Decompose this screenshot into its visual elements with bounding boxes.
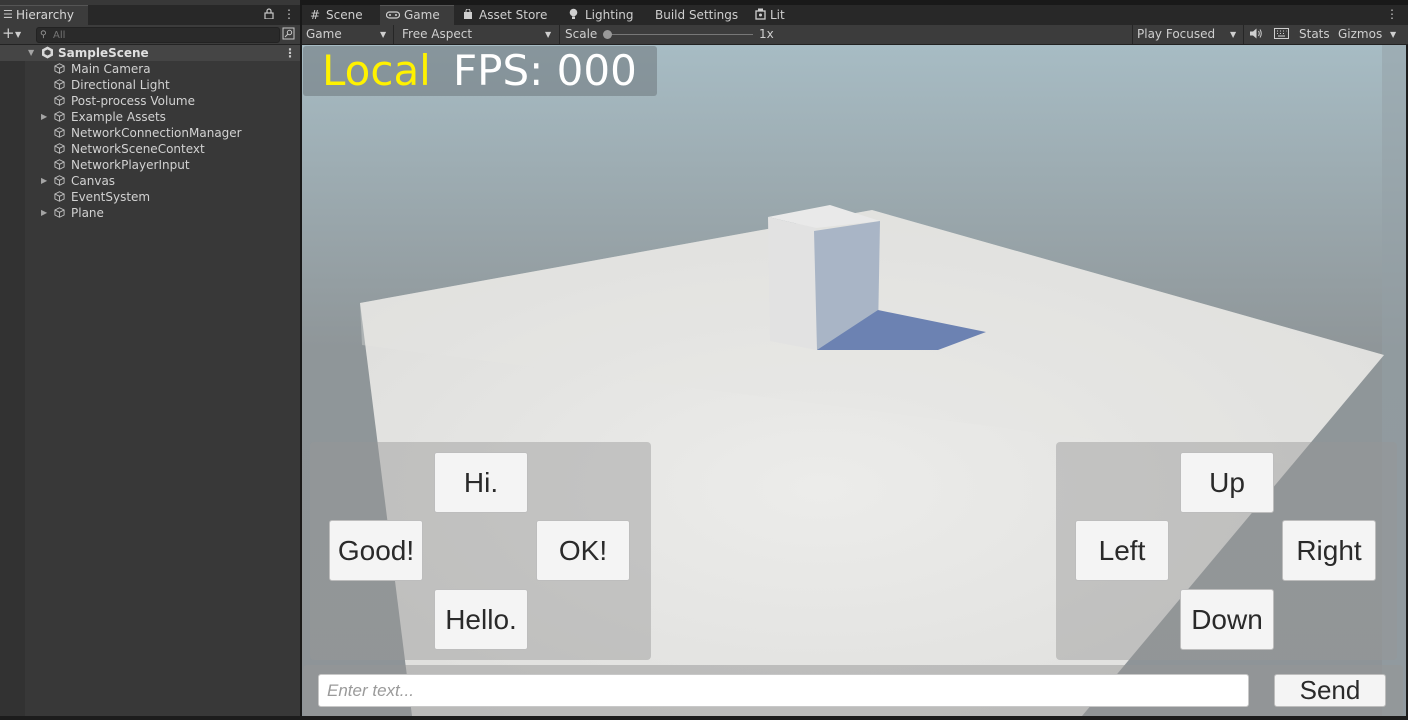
gameobject-icon — [54, 93, 65, 109]
window-bottom-edge — [0, 716, 1408, 720]
hierarchy-item[interactable]: ▶ Canvas — [0, 173, 300, 189]
search-icon: ⚲ — [40, 30, 47, 40]
hierarchy-item-label: Plane — [71, 206, 104, 220]
expand-arrow-icon[interactable]: ▶ — [41, 109, 47, 125]
gameobject-icon — [54, 125, 65, 141]
chevron-down-icon: ▼ — [545, 30, 552, 39]
ok-button[interactable]: OK! — [536, 520, 630, 581]
gameobject-icon — [54, 77, 65, 93]
lightbulb-icon — [569, 5, 578, 26]
gameobject-icon — [54, 141, 65, 157]
grid-icon: # — [310, 8, 321, 22]
gameobject-icon — [54, 205, 65, 221]
hierarchy-item-label: Canvas — [71, 174, 116, 188]
scene-name: SampleScene — [58, 46, 149, 60]
hierarchy-item-label: NetworkPlayerInput — [71, 158, 190, 172]
fps-counter: FPS: 000 — [453, 46, 637, 95]
tab-build-settings[interactable]: Build Settings — [648, 5, 744, 25]
chevron-down-icon: ▼ — [1230, 30, 1237, 39]
chevron-down-icon: ▼ — [380, 30, 387, 39]
display-dropdown[interactable]: Game ▼ — [302, 25, 394, 44]
hierarchy-item[interactable]: Post-process Volume — [0, 93, 300, 109]
hi-button[interactable]: Hi. — [434, 452, 528, 513]
gamepad-icon — [385, 6, 401, 25]
gameobject-icon — [54, 173, 65, 189]
hierarchy-tab-label: Hierarchy — [16, 8, 75, 22]
keyboard-icon[interactable] — [1274, 28, 1289, 42]
aspect-dropdown-label: Free Aspect — [402, 27, 473, 41]
send-button[interactable]: Send — [1274, 674, 1386, 707]
down-button[interactable]: Down — [1180, 589, 1274, 650]
hierarchy-item[interactable]: NetworkSceneContext — [0, 141, 300, 157]
shopping-bag-icon — [463, 5, 473, 26]
expand-arrow-icon[interactable]: ▶ — [41, 205, 47, 221]
scale-slider-thumb[interactable] — [603, 30, 612, 39]
gizmos-button[interactable]: Gizmos — [1338, 27, 1382, 42]
tab-scene[interactable]: # Scene — [302, 5, 380, 25]
tab-asset-store[interactable]: Asset Store — [456, 5, 556, 25]
hierarchy-scene-row[interactable]: ▼ SampleScene ⋮ — [0, 45, 300, 61]
hello-button[interactable]: Hello. — [434, 589, 528, 650]
gameobject-icon — [54, 189, 65, 205]
scale-label: Scale — [565, 27, 598, 41]
scale-slider-track[interactable] — [606, 34, 753, 35]
tab-lighting[interactable]: Lighting — [562, 5, 644, 25]
right-button[interactable]: Right — [1282, 520, 1376, 581]
hierarchy-item[interactable]: Main Camera — [0, 61, 300, 77]
tab-lit-label: Lit — [770, 8, 785, 22]
hierarchy-item-label: NetworkSceneContext — [71, 142, 205, 156]
search-input[interactable] — [53, 28, 273, 42]
kebab-menu-icon[interactable]: ⋮ — [284, 45, 296, 61]
stats-button[interactable]: Stats — [1299, 27, 1330, 42]
good-button[interactable]: Good! — [329, 520, 423, 581]
local-label: Local — [322, 46, 431, 95]
aspect-dropdown[interactable]: Free Aspect ▼ — [396, 25, 560, 44]
hierarchy-item-label: EventSystem — [71, 190, 151, 204]
tab-lighting-label: Lighting — [585, 8, 634, 22]
left-button[interactable]: Left — [1075, 520, 1169, 581]
hierarchy-item-label: Directional Light — [71, 78, 170, 92]
tab-scene-label: Scene — [326, 8, 363, 22]
hierarchy-item[interactable]: ▶ Plane — [0, 205, 300, 221]
scene-visibility-icon[interactable] — [282, 27, 295, 43]
lock-icon[interactable] — [264, 8, 274, 22]
gameobject-icon — [54, 109, 65, 125]
hierarchy-item-label: Main Camera — [71, 62, 151, 76]
hierarchy-item[interactable]: ▶ Example Assets — [0, 109, 300, 125]
tab-game[interactable]: Game — [380, 5, 454, 25]
shader-icon — [755, 5, 766, 26]
hierarchy-item-label: Example Assets — [71, 110, 166, 124]
hierarchy-item[interactable]: Directional Light — [0, 77, 300, 93]
list-icon: ☰ — [3, 8, 13, 21]
expand-arrow-icon[interactable]: ▶ — [41, 173, 47, 189]
play-mode-label: Play Focused — [1137, 27, 1216, 41]
tab-lit[interactable]: Lit — [748, 5, 794, 25]
expand-arrow-icon[interactable]: ▼ — [28, 45, 34, 61]
chevron-down-icon[interactable]: ▼ — [15, 30, 21, 39]
kebab-menu-icon[interactable]: ⋮ — [1386, 7, 1398, 21]
hierarchy-item[interactable]: NetworkPlayerInput — [0, 157, 300, 173]
hierarchy-item[interactable]: EventSystem — [0, 189, 300, 205]
hierarchy-item-label: Post-process Volume — [71, 94, 195, 108]
tab-build-settings-label: Build Settings — [655, 8, 739, 22]
hierarchy-search[interactable]: ⚲ — [36, 27, 280, 43]
hierarchy-item-label: NetworkConnectionManager — [71, 126, 242, 140]
chevron-down-icon[interactable]: ▼ — [1390, 30, 1396, 39]
up-button[interactable]: Up — [1180, 452, 1274, 513]
audio-icon[interactable] — [1249, 27, 1263, 43]
add-icon[interactable]: + — [2, 25, 15, 42]
gameobject-icon — [54, 157, 65, 173]
display-dropdown-label: Game — [306, 27, 342, 41]
chat-input[interactable] — [318, 674, 1249, 707]
tab-asset-store-label: Asset Store — [479, 8, 548, 22]
cube-side — [768, 217, 817, 350]
kebab-menu-icon[interactable]: ⋮ — [283, 7, 295, 21]
hierarchy-item[interactable]: NetworkConnectionManager — [0, 125, 300, 141]
play-mode-dropdown[interactable]: Play Focused ▼ — [1132, 25, 1244, 44]
tab-game-label: Game — [404, 8, 440, 22]
gameobject-icon — [54, 61, 65, 77]
scale-value: 1x — [759, 27, 774, 41]
